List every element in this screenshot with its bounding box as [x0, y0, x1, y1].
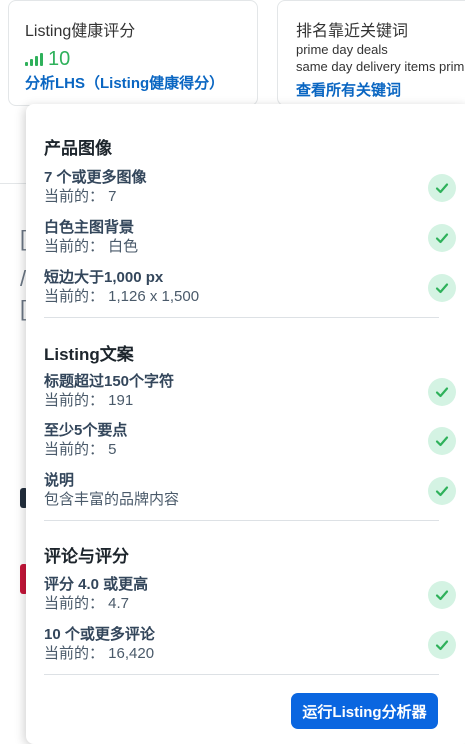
- analyze-lhs-link[interactable]: 分析LHS（Listing健康得分）: [25, 72, 241, 93]
- section-product-images: 产品图像: [44, 134, 436, 159]
- check-icon: [428, 224, 456, 252]
- section-divider: [44, 674, 439, 675]
- lhs-details-popup: 产品图像 7 个或更多图像 当前的： 7 白色主图背景 当前的： 白色 短边大于…: [26, 104, 465, 744]
- list-item: 评分 4.0 或更高 当前的： 4.7: [44, 575, 456, 615]
- item-label: 短边大于1,000 px: [44, 269, 164, 286]
- lhs-card-title: Listing健康评分: [25, 23, 136, 40]
- signal-bars-icon: [25, 52, 43, 66]
- lhs-score: 10: [48, 48, 71, 70]
- check-icon: [428, 274, 456, 302]
- item-label: 评分 4.0 或更高: [44, 576, 149, 593]
- item-value: 当前的： 191: [44, 392, 134, 409]
- check-icon: [428, 174, 456, 202]
- section-title: 评论与评分: [44, 547, 129, 566]
- item-label: 7 个或更多图像: [44, 169, 147, 186]
- section-listing-copy: Listing文案: [44, 340, 436, 365]
- list-item: 7 个或更多图像 当前的： 7: [44, 168, 456, 208]
- list-item: 10 个或更多评论 当前的： 16,420: [44, 625, 456, 665]
- list-item: 至少5个要点 当前的： 5: [44, 421, 456, 461]
- check-icon: [428, 631, 456, 659]
- item-value: 当前的： 1,126 x 1,500: [44, 288, 200, 305]
- item-value: 当前的： 5: [44, 441, 117, 458]
- item-value: 包含丰富的品牌内容: [44, 491, 180, 508]
- section-reviews-ratings: 评论与评分: [44, 542, 436, 567]
- keyword-item: same day delivery items prim: [296, 59, 465, 74]
- item-label: 说明: [44, 472, 75, 489]
- item-label: 10 个或更多评论: [44, 626, 155, 643]
- item-label: 白色主图背景: [44, 219, 135, 236]
- check-icon: [428, 581, 456, 609]
- check-icon: [428, 427, 456, 455]
- check-icon: [428, 378, 456, 406]
- item-value: 当前的： 16,420: [44, 645, 155, 662]
- section-divider: [44, 520, 439, 521]
- run-listing-analyzer-button[interactable]: 运行Listing分析器: [291, 693, 438, 729]
- list-item: 短边大于1,000 px 当前的： 1,126 x 1,500: [44, 268, 456, 308]
- lhs-card: Listing健康评分 10 分析LHS（Listing健康得分）: [8, 0, 258, 106]
- item-label: 标题超过150个字符: [44, 373, 175, 390]
- keywords-card: 排名靠近关键词 prime day deals same day deliver…: [277, 0, 465, 106]
- keyword-item: prime day deals: [296, 42, 388, 57]
- keywords-card-title: 排名靠近关键词: [296, 23, 409, 40]
- section-title: Listing文案: [44, 345, 134, 364]
- item-value: 当前的： 4.7: [44, 595, 130, 612]
- item-value: 当前的： 白色: [44, 238, 139, 255]
- item-label: 至少5个要点: [44, 422, 128, 439]
- section-title: 产品图像: [44, 139, 112, 158]
- list-item: 标题超过150个字符 当前的： 191: [44, 372, 456, 412]
- check-icon: [428, 477, 456, 505]
- view-all-keywords-link[interactable]: 查看所有关键词: [296, 79, 458, 100]
- list-item: 说明 包含丰富的品牌内容: [44, 471, 456, 511]
- item-value: 当前的： 7: [44, 188, 117, 205]
- background-divider: [0, 183, 26, 184]
- section-divider: [44, 317, 439, 318]
- list-item: 白色主图背景 当前的： 白色: [44, 218, 456, 258]
